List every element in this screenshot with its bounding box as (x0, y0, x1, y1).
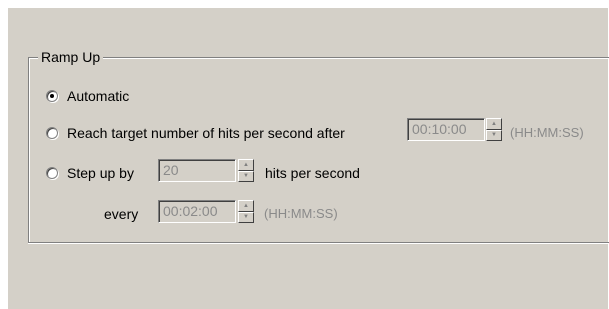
automatic-label[interactable]: Automatic (67, 88, 129, 104)
step-up-option[interactable]: Step up by (46, 165, 134, 181)
spin-down-arrow-icon[interactable]: ▼ (238, 170, 254, 182)
reach-target-time-input[interactable]: 00:10:00 (407, 118, 485, 141)
reach-target-format-hint: (HH:MM:SS) (510, 125, 584, 140)
automatic-radio[interactable] (46, 90, 58, 102)
spin-up-arrow-icon[interactable]: ▲ (238, 159, 254, 171)
every-time-spinner[interactable]: ▲ ▼ (238, 200, 254, 223)
every-format-hint: (HH:MM:SS) (264, 206, 338, 221)
reach-target-label[interactable]: Reach target number of hits per second a… (67, 125, 345, 141)
reach-target-time-spinner[interactable]: ▲ ▼ (486, 118, 502, 141)
step-up-value-input[interactable]: 20 (158, 159, 236, 182)
reach-target-radio[interactable] (46, 127, 58, 139)
step-up-unit-label: hits per second (265, 165, 360, 181)
reach-target-option[interactable]: Reach target number of hits per second a… (46, 125, 345, 141)
step-up-radio[interactable] (46, 167, 58, 179)
step-up-value-spinner[interactable]: ▲ ▼ (238, 159, 254, 182)
spin-up-arrow-icon[interactable]: ▲ (486, 118, 502, 130)
spin-down-arrow-icon[interactable]: ▼ (486, 129, 502, 141)
every-time-input[interactable]: 00:02:00 (158, 200, 236, 223)
automatic-option[interactable]: Automatic (46, 88, 129, 104)
every-label: every (104, 206, 139, 222)
spin-up-arrow-icon[interactable]: ▲ (238, 200, 254, 212)
step-up-label[interactable]: Step up by (67, 165, 134, 181)
spin-down-arrow-icon[interactable]: ▼ (238, 211, 254, 223)
ramp-up-group-title: Ramp Up (38, 49, 104, 65)
